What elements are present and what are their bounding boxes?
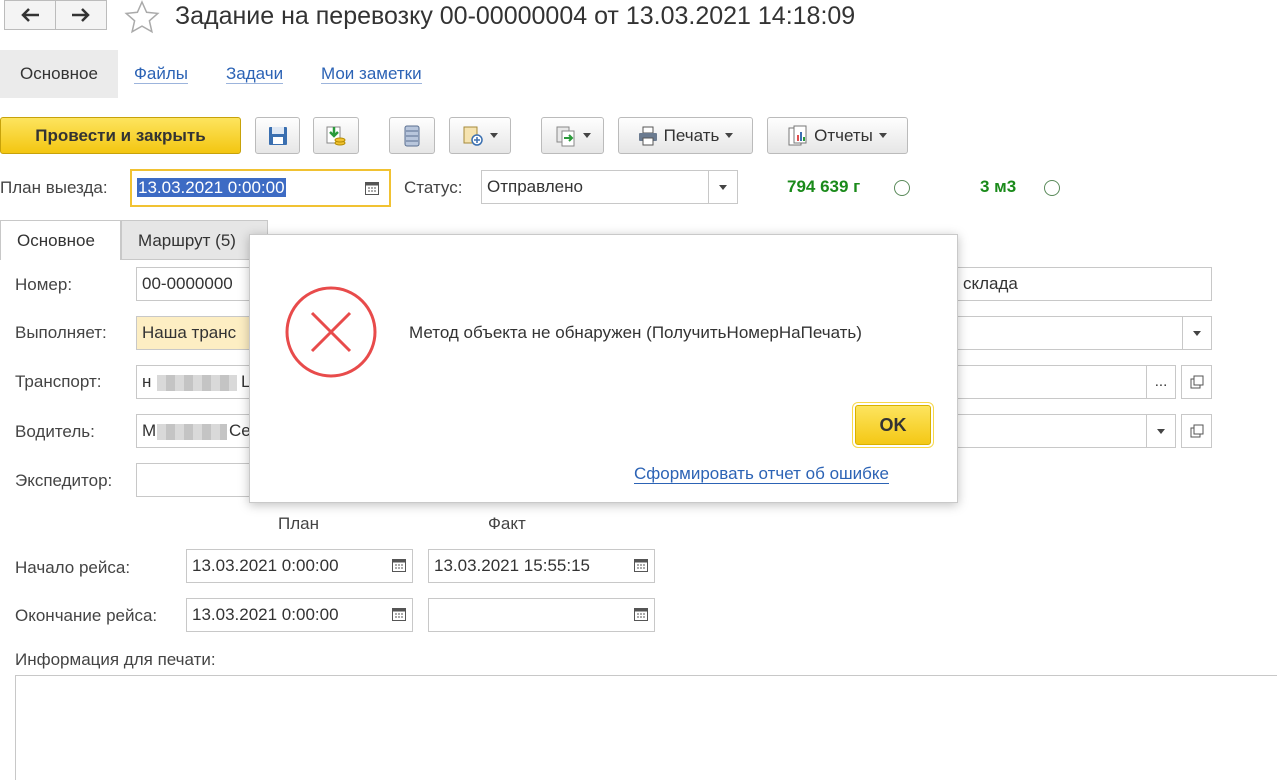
print-info-textarea[interactable] [15, 675, 1277, 780]
print-info-label: Информация для печати: [15, 650, 216, 669]
arrow-right-icon [72, 8, 90, 22]
transport-label: Транспорт: [15, 372, 102, 391]
calendar-icon[interactable] [634, 607, 648, 621]
status-dropdown-button[interactable] [708, 171, 737, 203]
chevron-down-icon [1157, 428, 1165, 434]
notes-link[interactable]: Мои заметки [321, 65, 422, 84]
forward-button[interactable] [55, 0, 107, 30]
calendar-icon[interactable] [392, 558, 406, 572]
chevron-down-icon [725, 133, 734, 138]
stack-list-icon [404, 125, 420, 146]
files-link[interactable]: Файлы [134, 65, 189, 84]
print-button-label: Печать [663, 125, 720, 145]
arrow-left-icon [21, 8, 39, 22]
save-button[interactable] [255, 117, 300, 154]
total-weight: 794 639 г [787, 177, 861, 196]
error-icon [285, 286, 377, 378]
trip-start-plan-field[interactable]: 13.03.2021 0:00:00 [186, 549, 413, 583]
number-value: 00-0000000 [142, 274, 233, 293]
trip-start-fact-value: 13.03.2021 15:55:15 [434, 556, 590, 575]
transport-open-button[interactable] [1181, 365, 1212, 399]
trip-end-plan-value: 13.03.2021 0:00:00 [192, 605, 339, 624]
chevron-down-icon [719, 184, 727, 190]
redacted-blur [157, 375, 237, 391]
chevron-down-icon [878, 133, 887, 138]
trip-end-label: Окончание рейса: [15, 606, 158, 625]
status-select[interactable]: Отправлено [481, 170, 738, 204]
trip-start-label: Начало рейса: [15, 558, 131, 577]
fact-column-header: Факт [488, 514, 526, 533]
chevron-down-icon [490, 133, 498, 138]
print-button[interactable]: Печать [618, 117, 753, 154]
section-tab-main[interactable]: Основное [0, 50, 118, 98]
status-label: Статус: [404, 178, 463, 197]
calendar-icon[interactable] [392, 607, 406, 621]
tab-route[interactable]: Маршрут (5) [121, 220, 268, 260]
section-tab-notes[interactable]: Мои заметки [321, 50, 422, 98]
related-documents-button[interactable] [541, 117, 604, 154]
driver-label: Водитель: [15, 422, 95, 441]
section-tab-tasks[interactable]: Задачи [226, 50, 284, 98]
chevron-down-icon [582, 133, 591, 138]
transport-select-button[interactable]: ... [1146, 366, 1175, 398]
post-button[interactable] [313, 117, 359, 154]
performer-value: Наша транс [142, 323, 237, 342]
reports-button-label: Отчеты [814, 125, 873, 145]
plan-departure-label: План выезда: [0, 178, 108, 197]
favorite-star-icon[interactable] [124, 0, 160, 34]
tasks-link[interactable]: Задачи [226, 65, 284, 84]
number-label: Номер: [15, 275, 73, 294]
plan-departure-field[interactable]: 13.03.2021 0:00:00 [130, 169, 391, 207]
post-and-close-button[interactable]: Провести и закрыть [0, 117, 241, 154]
open-window-icon [1190, 375, 1204, 389]
tab-main[interactable]: Основное [0, 220, 121, 260]
calendar-icon[interactable] [634, 558, 648, 572]
open-window-icon [1190, 424, 1204, 438]
volume-indicator-icon [1044, 180, 1060, 196]
driver-dropdown-button[interactable] [1146, 415, 1175, 447]
reports-button[interactable]: Отчеты [767, 117, 908, 154]
forwarder-label: Экспедитор: [15, 471, 113, 490]
trip-start-plan-value: 13.03.2021 0:00:00 [192, 556, 339, 575]
list-button[interactable] [389, 117, 435, 154]
related-documents-icon [556, 126, 574, 146]
plan-departure-value: 13.03.2021 0:00:00 [137, 178, 286, 197]
plan-column-header: План [278, 514, 319, 533]
driver-prefix: М [142, 421, 157, 440]
save-icon [268, 126, 287, 145]
transport-prefix: н [142, 372, 152, 391]
error-report-link[interactable]: Сформировать отчет об ошибке [634, 464, 889, 484]
warehouse-value: склада [963, 274, 1018, 293]
error-message: Метод объекта не обнаружен (ПолучитьНоме… [409, 323, 862, 342]
create-based-on-button[interactable] [449, 117, 511, 154]
trip-start-fact-field[interactable]: 13.03.2021 15:55:15 [428, 549, 655, 583]
section-tab-files[interactable]: Файлы [134, 50, 189, 98]
performer-dropdown-button[interactable] [1182, 317, 1211, 349]
error-dialog: Метод объекта не обнаружен (ПолучитьНоме… [249, 234, 958, 503]
post-document-icon [326, 126, 346, 145]
driver-suffix: Се [229, 421, 251, 440]
status-value: Отправлено [487, 177, 583, 196]
redacted-blur [157, 424, 227, 440]
trip-end-plan-field[interactable]: 13.03.2021 0:00:00 [186, 598, 413, 632]
trip-end-fact-field[interactable]: . . : : [428, 598, 655, 632]
performer-label: Выполняет: [15, 323, 107, 342]
ok-button[interactable]: OK [852, 402, 934, 448]
driver-open-button[interactable] [1181, 414, 1212, 448]
weight-indicator-icon [894, 180, 910, 196]
page-title: Задание на перевозку 00-00000004 от 13.0… [175, 2, 856, 30]
total-volume: 3 м3 [980, 177, 1017, 196]
reports-icon [788, 125, 807, 145]
printer-icon [638, 126, 657, 145]
back-button[interactable] [4, 0, 56, 30]
chevron-down-icon [1193, 330, 1201, 336]
document-add-icon [463, 126, 483, 146]
calendar-icon[interactable] [365, 181, 379, 195]
